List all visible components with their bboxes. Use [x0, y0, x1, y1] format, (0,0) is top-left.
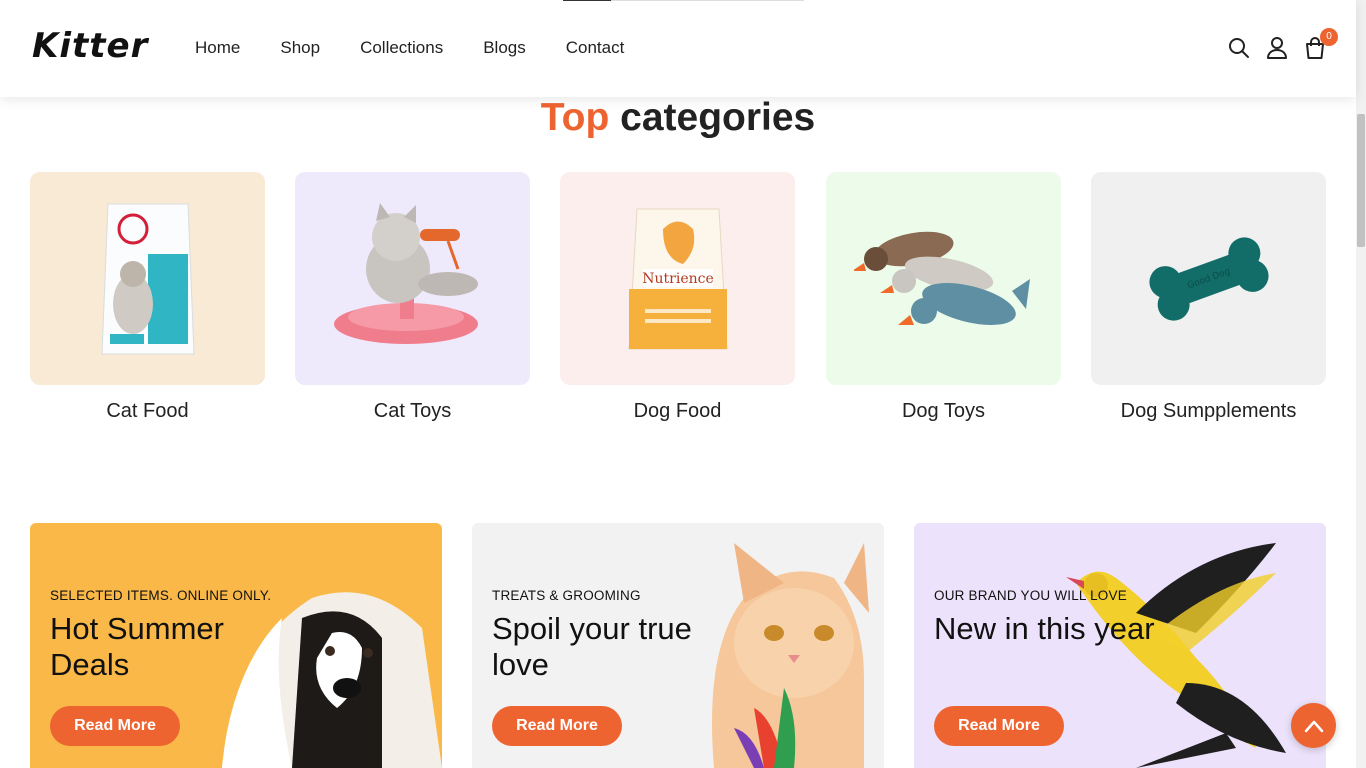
category-dog-supplements[interactable]: Good Dog Dog Sumpplements: [1091, 172, 1326, 423]
read-more-button[interactable]: Read More: [934, 706, 1064, 746]
banner-title: Spoil your true love: [492, 611, 692, 682]
svg-text:Nutrience: Nutrience: [642, 271, 714, 287]
category-dog-toys[interactable]: Dog Toys: [826, 172, 1061, 423]
section-title-rest: categories: [620, 96, 816, 139]
cart-icon[interactable]: 0: [1304, 28, 1338, 60]
nav-collections[interactable]: Collections: [360, 38, 443, 58]
back-to-top-button[interactable]: [1291, 703, 1336, 748]
read-more-button[interactable]: Read More: [492, 706, 622, 746]
nav-shop[interactable]: Shop: [280, 38, 320, 58]
read-more-button[interactable]: Read More: [50, 706, 180, 746]
category-cat-food[interactable]: Cat Food: [30, 172, 265, 423]
nav-blogs[interactable]: Blogs: [483, 38, 526, 58]
banner-title: New in this year: [934, 611, 1155, 646]
user-icon[interactable]: [1266, 36, 1288, 60]
category-image-cat-food[interactable]: [30, 172, 265, 385]
top-progress-line: [563, 0, 804, 1]
category-image-dog-food[interactable]: Nutrience: [560, 172, 795, 385]
site-logo[interactable]: Kitter: [32, 26, 148, 66]
promo-banner-spoil-love[interactable]: TREATS & GROOMING Spoil your true love R…: [472, 523, 884, 768]
search-icon[interactable]: [1228, 36, 1250, 60]
category-label[interactable]: Dog Food: [560, 400, 795, 423]
section-title-accent: Top: [540, 96, 610, 139]
category-cat-toys[interactable]: Cat Toys: [295, 172, 530, 423]
category-label[interactable]: Dog Sumpplements: [1091, 400, 1326, 423]
nav-contact[interactable]: Contact: [566, 38, 625, 58]
nav-home[interactable]: Home: [195, 38, 240, 58]
category-dog-food[interactable]: Nutrience Dog Food: [560, 172, 795, 423]
page-scrollbar[interactable]: [1356, 0, 1366, 768]
category-image-dog-supplements[interactable]: Good Dog: [1091, 172, 1326, 385]
main-nav: Home Shop Collections Blogs Contact: [195, 38, 624, 58]
header-actions: 0: [1228, 28, 1338, 60]
banner-kicker: TREATS & GROOMING: [492, 588, 641, 603]
category-label[interactable]: Dog Toys: [826, 400, 1061, 423]
banner-title: Hot Summer Deals: [50, 611, 224, 682]
promo-banner-new-this-year[interactable]: OUR BRAND YOU WILL LOVE New in this year…: [914, 523, 1326, 768]
cart-count-badge: 0: [1320, 28, 1338, 46]
site-header: Kitter Home Shop Collections Blogs Conta…: [0, 0, 1356, 97]
banner-kicker: SELECTED ITEMS. ONLINE ONLY.: [50, 588, 272, 603]
category-image-dog-toys[interactable]: [826, 172, 1061, 385]
category-label[interactable]: Cat Food: [30, 400, 265, 423]
promo-banner-summer-deals[interactable]: SELECTED ITEMS. ONLINE ONLY. Hot Summer …: [30, 523, 442, 768]
section-title: Top categories: [0, 96, 1356, 140]
category-image-cat-toys[interactable]: [295, 172, 530, 385]
banner-kicker: OUR BRAND YOU WILL LOVE: [934, 588, 1127, 603]
category-label[interactable]: Cat Toys: [295, 400, 530, 423]
chevron-up-icon: [1304, 720, 1323, 732]
scrollbar-thumb[interactable]: [1357, 114, 1365, 247]
